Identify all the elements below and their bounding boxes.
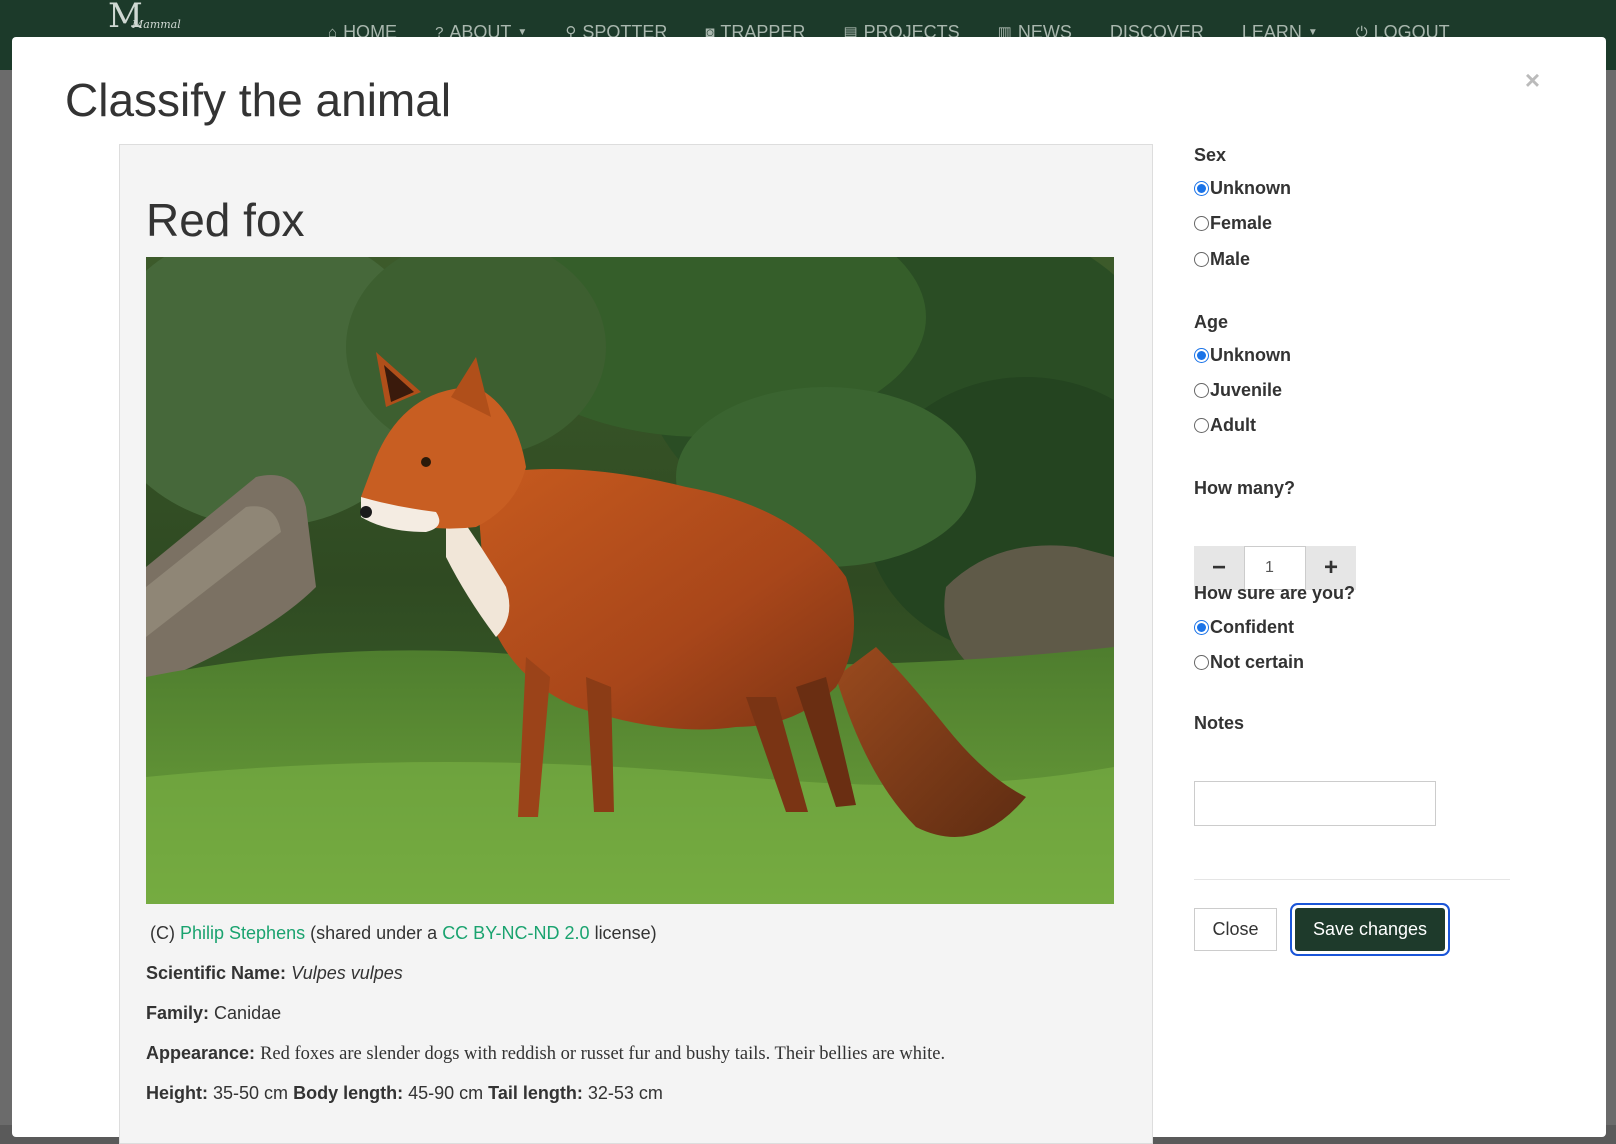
appearance-value: Red foxes are slender dogs with reddish …	[260, 1044, 946, 1064]
radio-sex-female[interactable]: Female	[1194, 213, 1272, 234]
radio-label: Confident	[1210, 617, 1294, 637]
count-label: How many?	[1194, 478, 1296, 498]
classify-modal: Classify the animal × Red fox (C) Philip…	[12, 37, 1606, 1144]
radio-button[interactable]	[1194, 383, 1209, 398]
radio-label: Juvenile	[1210, 380, 1283, 400]
credit-middle: (shared under a	[305, 923, 443, 943]
radio-sex-male[interactable]: Male	[1194, 249, 1250, 270]
credit-prefix: (C)	[150, 923, 180, 943]
radio-certainty-not-certain[interactable]: Not certain	[1194, 652, 1304, 673]
sex-label: Sex	[1194, 145, 1227, 165]
photo-credit: (C) Philip Stephens (shared under a CC B…	[150, 923, 657, 944]
scientific-name-row: Scientific Name: Vulpes vulpes	[146, 963, 403, 984]
tail-length-label: Tail length:	[488, 1083, 583, 1103]
form-divider	[1194, 879, 1510, 880]
body-length-value: 45-90 cm	[408, 1083, 484, 1103]
scientific-name-label: Scientific Name:	[146, 963, 287, 983]
notes-input[interactable]	[1194, 781, 1436, 826]
tail-length-value: 32-53 cm	[587, 1083, 663, 1103]
height-label: Height:	[146, 1083, 208, 1103]
radio-age-adult[interactable]: Adult	[1194, 415, 1256, 436]
radio-button[interactable]	[1194, 655, 1209, 670]
species-name: Red fox	[146, 194, 305, 246]
species-card: Red fox (C) Philip Stephens (shared unde…	[119, 144, 1153, 1144]
species-photo	[146, 257, 1114, 904]
caret-down-icon: ▼	[1307, 26, 1318, 38]
credit-suffix: license)	[589, 923, 657, 943]
radio-age-juvenile[interactable]: Juvenile	[1194, 380, 1282, 401]
close-button[interactable]: Close	[1194, 908, 1277, 951]
radio-button[interactable]	[1194, 252, 1209, 267]
family-label: Family:	[146, 1003, 210, 1023]
radio-button[interactable]	[1194, 181, 1209, 196]
radio-button[interactable]	[1194, 348, 1209, 363]
caret-down-icon: ▼	[517, 26, 528, 38]
scientific-name-value: Vulpes vulpes	[291, 963, 403, 983]
radio-label: Unknown	[1210, 345, 1291, 365]
radio-sex-unknown[interactable]: Unknown	[1194, 178, 1291, 199]
family-value: Canidae	[214, 1003, 282, 1023]
notes-label: Notes	[1194, 713, 1245, 733]
radio-label: Adult	[1210, 415, 1256, 435]
brand-logo[interactable]: M Mammal	[108, 0, 181, 40]
appearance-label: Appearance:	[146, 1043, 256, 1063]
height-value: 35-50 cm	[213, 1083, 289, 1103]
save-button[interactable]: Save changes	[1295, 908, 1445, 951]
certainty-label: How sure are you?	[1194, 583, 1356, 603]
radio-age-unknown[interactable]: Unknown	[1194, 345, 1291, 366]
age-label: Age	[1194, 312, 1229, 332]
radio-label: Unknown	[1210, 178, 1291, 198]
credit-author-link[interactable]: Philip Stephens	[180, 923, 305, 943]
credit-license-link[interactable]: CC BY-NC-ND 2.0	[442, 923, 589, 943]
body-length-label: Body length:	[293, 1083, 404, 1103]
modal-title: Classify the animal	[65, 74, 452, 126]
radio-button[interactable]	[1194, 418, 1209, 433]
radio-label: Female	[1210, 213, 1273, 233]
close-icon[interactable]: ×	[1525, 65, 1540, 96]
measurements-row: Height: 35-50 cm Body length: 45-90 cm T…	[146, 1083, 663, 1104]
family-row: Family: Canidae	[146, 1003, 281, 1024]
radio-label: Not certain	[1210, 652, 1305, 672]
appearance-row: Appearance: Red foxes are slender dogs w…	[146, 1043, 945, 1065]
brand-logo-text: Mammal	[132, 18, 181, 31]
radio-button[interactable]	[1194, 216, 1209, 231]
radio-label: Male	[1210, 249, 1251, 269]
radio-certainty-confident[interactable]: Confident	[1194, 617, 1294, 638]
radio-button[interactable]	[1194, 620, 1209, 635]
